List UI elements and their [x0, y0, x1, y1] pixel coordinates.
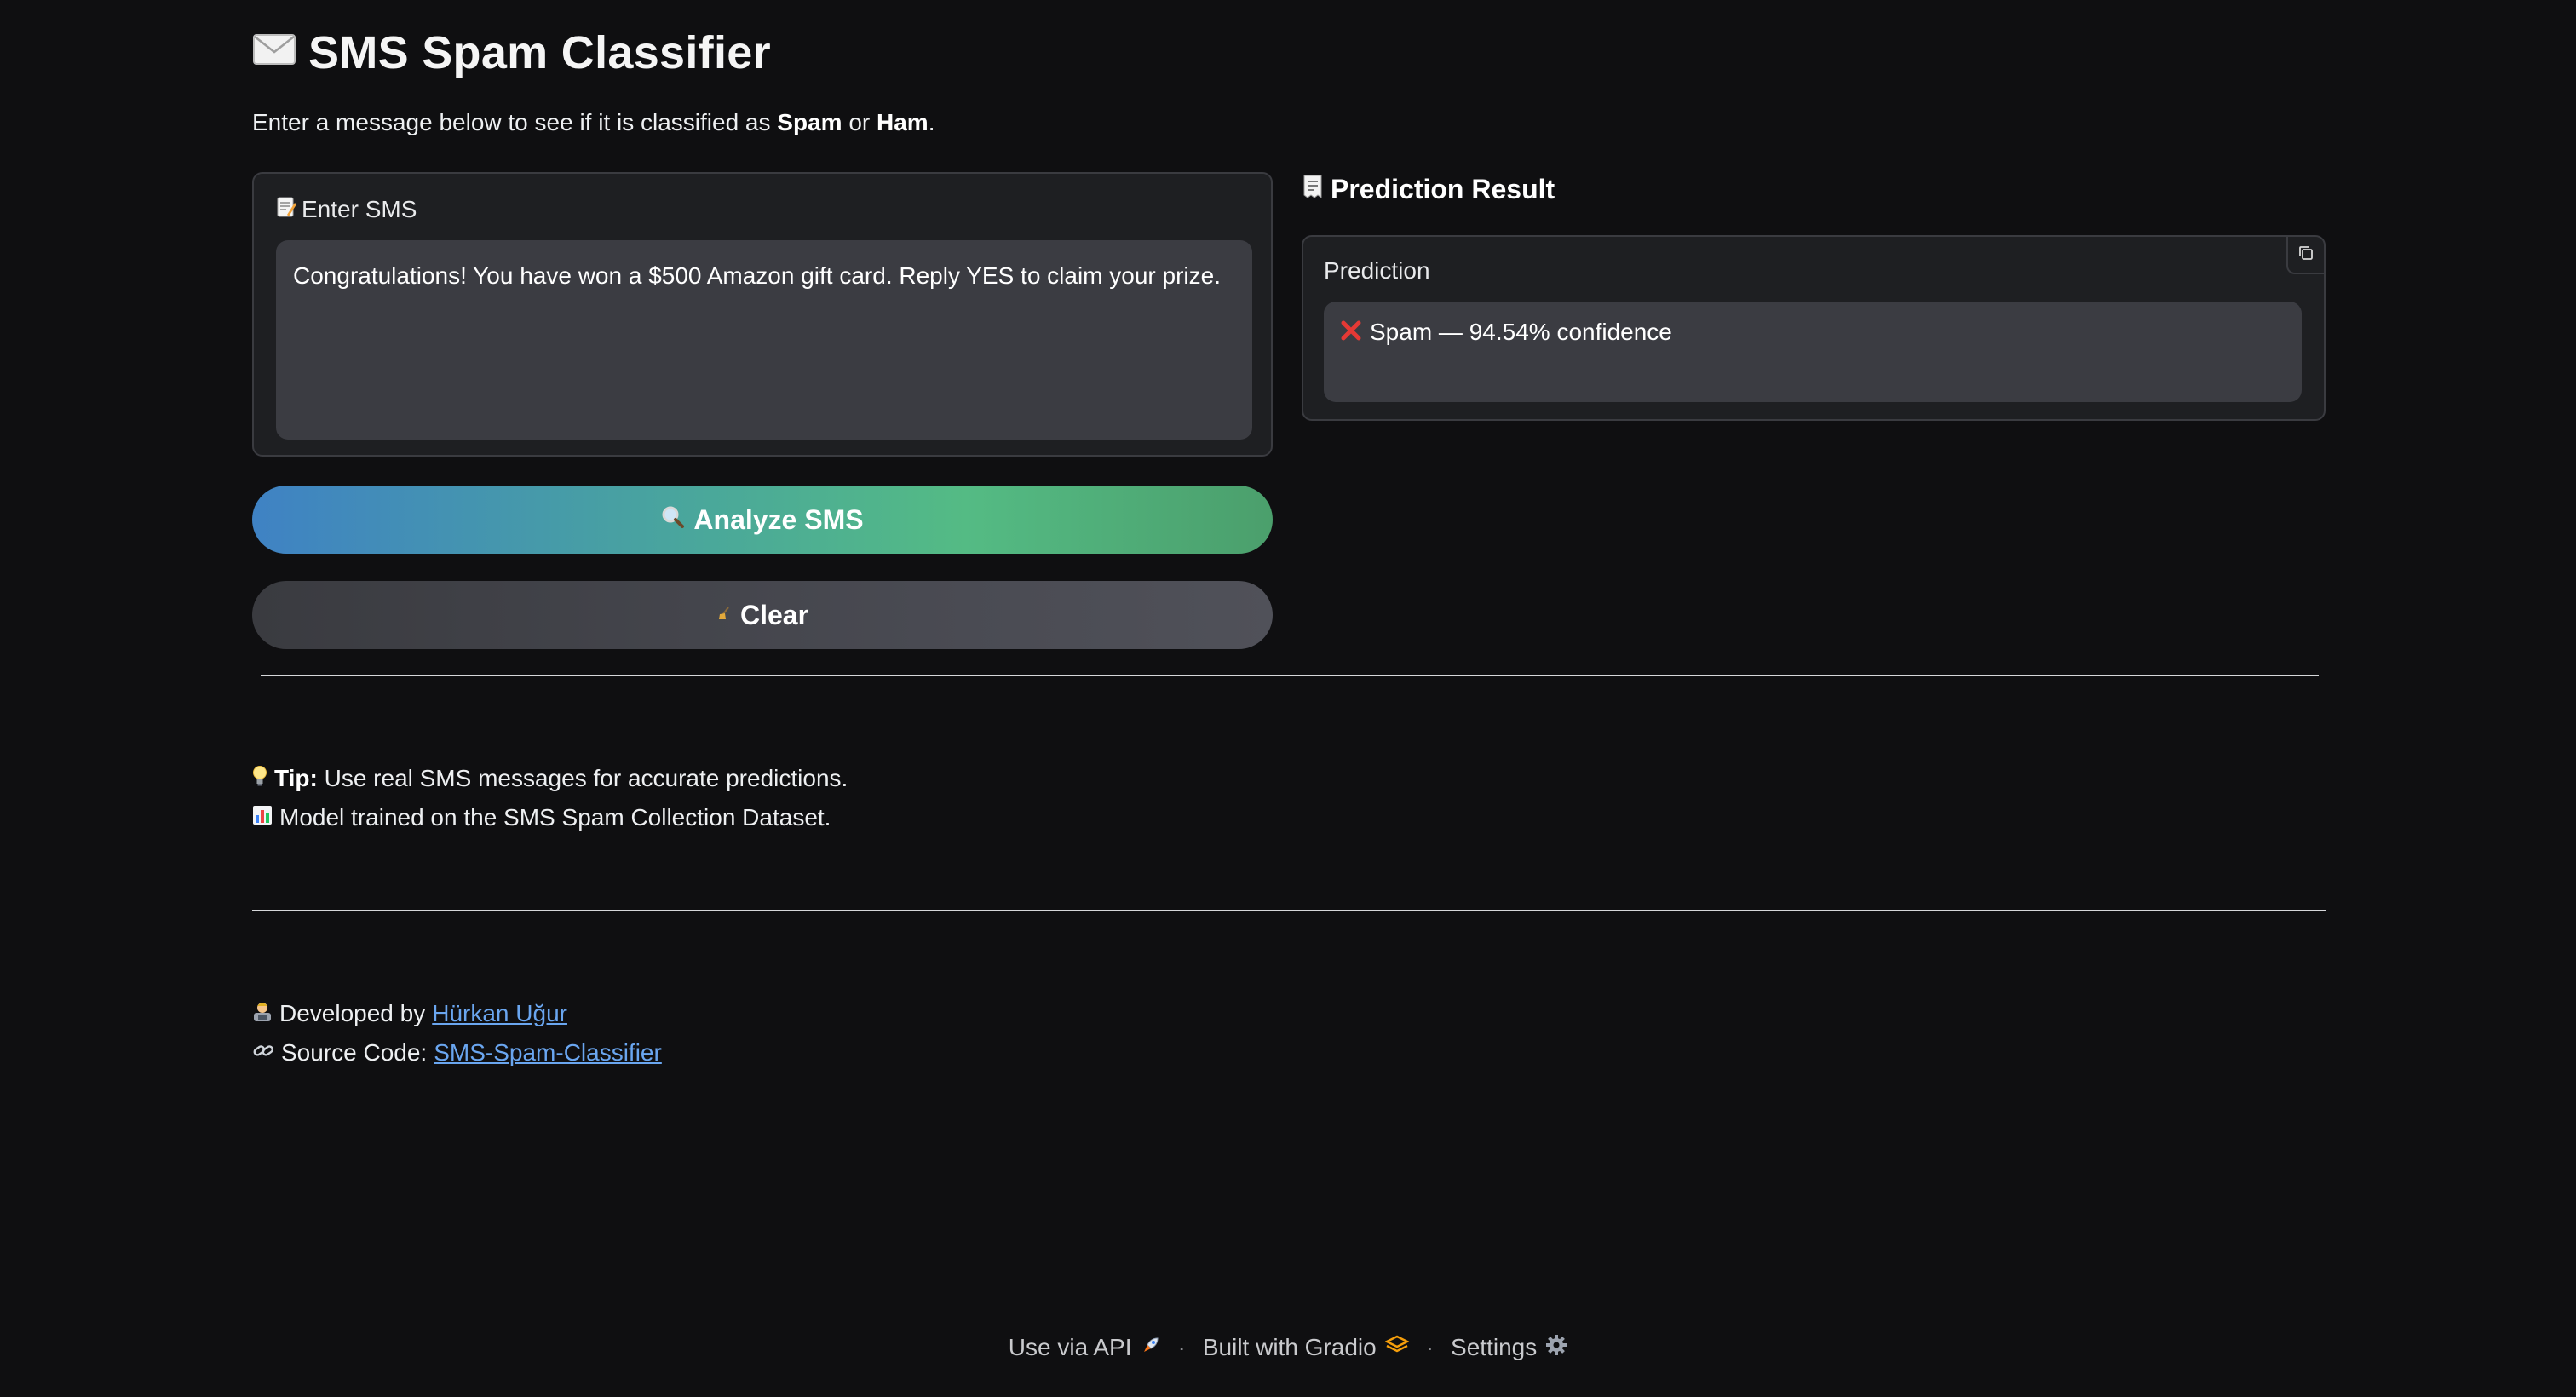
source-line: Source Code: SMS-Spam-Classifier	[252, 1039, 662, 1066]
source-link[interactable]: SMS-Spam-Classifier	[434, 1039, 662, 1066]
sms-input-label-text: Enter SMS	[302, 196, 417, 222]
analyze-sms-button[interactable]: Analyze SMS	[252, 486, 1273, 554]
envelope-icon	[252, 30, 296, 76]
sms-textarea[interactable]	[276, 240, 1252, 440]
gear-icon	[1545, 1334, 1567, 1361]
clear-button[interactable]: Clear	[252, 581, 1273, 649]
built-with-gradio-link[interactable]: Built with Gradio	[1202, 1334, 1410, 1361]
subtitle-spam: Spam	[777, 109, 842, 135]
prediction-result-header: Prediction Result	[1302, 174, 1555, 205]
title-row: SMS Spam Classifier	[252, 22, 771, 83]
magnifier-icon	[661, 505, 685, 535]
clear-label: Clear	[739, 599, 809, 630]
cross-mark-icon	[1339, 319, 1363, 348]
lightbulb-icon	[252, 765, 267, 792]
link-icon	[252, 1040, 274, 1066]
memo-icon	[276, 196, 296, 223]
model-text: Model trained on the SMS Spam Collection…	[279, 804, 831, 831]
developer-icon	[252, 1000, 273, 1027]
divider-bottom	[252, 910, 2326, 911]
developer-line: Developed by Hürkan Uğur	[252, 1000, 567, 1027]
sms-input-label: Enter SMS	[276, 196, 417, 223]
bar-chart-icon	[252, 805, 273, 831]
footer: Use via API · Built with Gradio · Settin…	[0, 1334, 2576, 1361]
built-with-gradio-label: Built with Gradio	[1202, 1334, 1377, 1360]
tip-bold: Tip:	[274, 765, 318, 791]
developer-link[interactable]: Hürkan Uğur	[432, 1000, 567, 1027]
source-prefix: Source Code:	[281, 1039, 428, 1066]
subtitle-suffix: .	[928, 109, 935, 135]
subtitle-or: or	[842, 109, 877, 135]
subtitle-ham: Ham	[877, 109, 929, 135]
tip-line: Tip: Use real SMS messages for accurate …	[252, 765, 848, 792]
footer-separator: ·	[1177, 1334, 1186, 1360]
use-via-api-label: Use via API	[1008, 1334, 1132, 1360]
copy-icon	[2297, 244, 2314, 266]
page-subtitle: Enter a message below to see if it is cl…	[252, 109, 935, 136]
developer-prefix: Developed by	[279, 1000, 426, 1026]
app-page: SMS Spam Classifier Enter a message belo…	[0, 0, 2576, 1397]
settings-label: Settings	[1451, 1334, 1538, 1360]
footer-separator: ·	[1425, 1334, 1435, 1360]
prediction-panel: Prediction Spam — 94.54% confidence	[1302, 235, 2326, 421]
subtitle-prefix: Enter a message below to see if it is cl…	[252, 109, 778, 135]
tip-text: Use real SMS messages for accurate predi…	[324, 765, 848, 791]
receipt-icon	[1302, 174, 1324, 205]
model-line: Model trained on the SMS Spam Collection…	[252, 804, 831, 831]
prediction-result-title: Prediction Result	[1331, 174, 1555, 204]
use-via-api-link[interactable]: Use via API	[1009, 1334, 1161, 1361]
prediction-output: Spam — 94.54% confidence	[1324, 302, 2302, 402]
copy-button[interactable]	[2286, 237, 2324, 274]
gradio-logo-icon	[1384, 1335, 1410, 1360]
analyze-sms-label: Analyze SMS	[693, 503, 864, 535]
broom-icon	[716, 606, 732, 624]
rocket-icon	[1141, 1335, 1161, 1360]
divider-top	[261, 675, 2319, 676]
settings-link[interactable]: Settings	[1451, 1334, 1567, 1361]
prediction-label: Prediction	[1324, 257, 1430, 284]
page-title: SMS Spam Classifier	[308, 27, 771, 78]
sms-input-panel: Enter SMS	[252, 172, 1273, 457]
prediction-value: Spam — 94.54% confidence	[1370, 319, 1672, 345]
